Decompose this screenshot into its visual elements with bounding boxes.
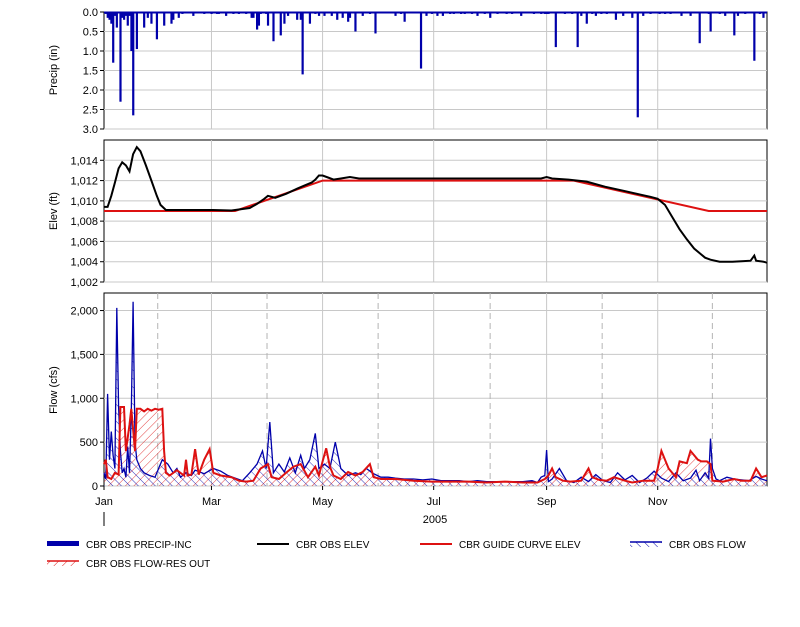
y-tick-label: 1,008 [70,216,98,228]
precip-bar [301,12,304,75]
precip-bar [132,12,135,116]
precip-bar [279,12,282,36]
x-tick-label: May [312,496,333,508]
y-tick-label: 1,014 [70,155,98,167]
precip-bar [135,12,138,50]
precip-bar [115,12,118,28]
legend-label: CBR OBS FLOW [669,540,746,551]
legend-item-cbr-obs-flow: CBR OBS FLOW [630,540,746,551]
y-tick-label: 0.0 [83,7,98,19]
precip-bar [150,12,153,24]
elev-panel: 1,002 1,004 1,006 1,008 1,010 1,012 1,014 Elev… [48,139,768,289]
y-tick-label: 500 [80,437,98,449]
x-axis-year-label: 2005 [423,514,447,526]
legend-swatch [47,541,79,546]
elev-y-ticks: 1,002 1,004 1,006 1,008 1,010 1,012 1,014 [70,155,104,289]
precip-bar [374,12,377,34]
y-tick-label: 1,006 [70,236,98,248]
legend-label: CBR OBS FLOW-RES OUT [86,559,210,570]
y-tick-label: 2.5 [83,105,98,117]
reservoir-chart: 0.00.51.01.52.02.53.0 Precip (in) 1,0021… [47,7,768,570]
y-tick-label: 1,004 [70,257,98,269]
y-tick-label: 3.0 [83,124,98,136]
precip-bar [163,12,166,26]
y-tick-label: 1,500 [70,349,98,361]
precip-bar [636,12,639,118]
precip-bar [119,12,122,102]
legend-label: CBR GUIDE CURVE ELEV [459,540,581,551]
precip-bar [554,12,557,48]
y-tick-label: 1.5 [83,66,98,78]
y-tick-label: 1,000 [70,393,98,405]
precip-y-ticks: 0.0 0.5 1.0 1.5 2.0 2.5 3.0 [83,7,104,136]
legend-label: CBR OBS ELEV [296,540,370,551]
y-tick-label: 1,002 [70,277,98,289]
x-tick-label: Mar [202,496,221,508]
y-tick-label: 2.0 [83,85,98,97]
precip-bar [576,12,579,48]
precip-bar [698,12,701,44]
flow-plot-area [103,292,768,487]
y-tick-label: 1.0 [83,46,98,58]
precip-bar [419,12,423,69]
precip-bar [585,12,588,24]
precip-bar [257,12,261,26]
x-tick-label: Jan [95,496,113,508]
y-tick-label: 0 [92,481,98,493]
precip-bar [155,12,159,40]
legend-item-cbr-guide-curve-elev: CBR GUIDE CURVE ELEV [420,540,581,551]
x-axis: Jan Mar May Jul Sep Nov [95,486,668,508]
legend-item-cbr-obs-elev: CBR OBS ELEV [257,540,370,551]
flow-y-axis-label: Flow (cfs) [48,366,60,414]
x-tick-label: Jul [427,496,441,508]
precip-bar [733,12,736,36]
precip-bar [266,12,270,26]
precip-panel: 0.0 0.5 1.0 1.5 2.0 2.5 3.0 Precip (in) [48,7,768,136]
x-tick-label: Nov [648,496,668,508]
precip-bar [272,12,275,42]
precip-bar [283,12,286,24]
precip-y-axis-label: Precip (in) [48,45,60,95]
legend: CBR OBS PRECIP-INC CBR OBS ELEV CBR GUIDE … [47,540,746,570]
elev-y-axis-label: Elev (ft) [48,192,60,230]
x-tick-label: Sep [537,496,557,508]
precip-bar [112,12,115,63]
y-tick-label: 1,010 [70,196,98,208]
precip-bar [709,12,712,32]
precip-bar [354,12,357,32]
flow-panel: 0 500 1,000 1,500 2,000 Flow (cfs) [48,292,768,493]
y-tick-label: 2,000 [70,306,98,318]
legend-item-cbr-obs-flow-res-out: CBR OBS FLOW-RES OUT [47,559,210,570]
precip-bar [308,12,312,24]
precip-bar [753,12,756,61]
flow-y-ticks: 0 500 1,000 1,500 2,000 [70,306,104,493]
y-tick-label: 1,012 [70,176,98,188]
legend-label: CBR OBS PRECIP-INC [86,540,192,551]
precip-bar [143,12,146,28]
legend-item-cbr-obs-precip-inc: CBR OBS PRECIP-INC [47,540,192,551]
y-tick-label: 0.5 [83,27,98,39]
